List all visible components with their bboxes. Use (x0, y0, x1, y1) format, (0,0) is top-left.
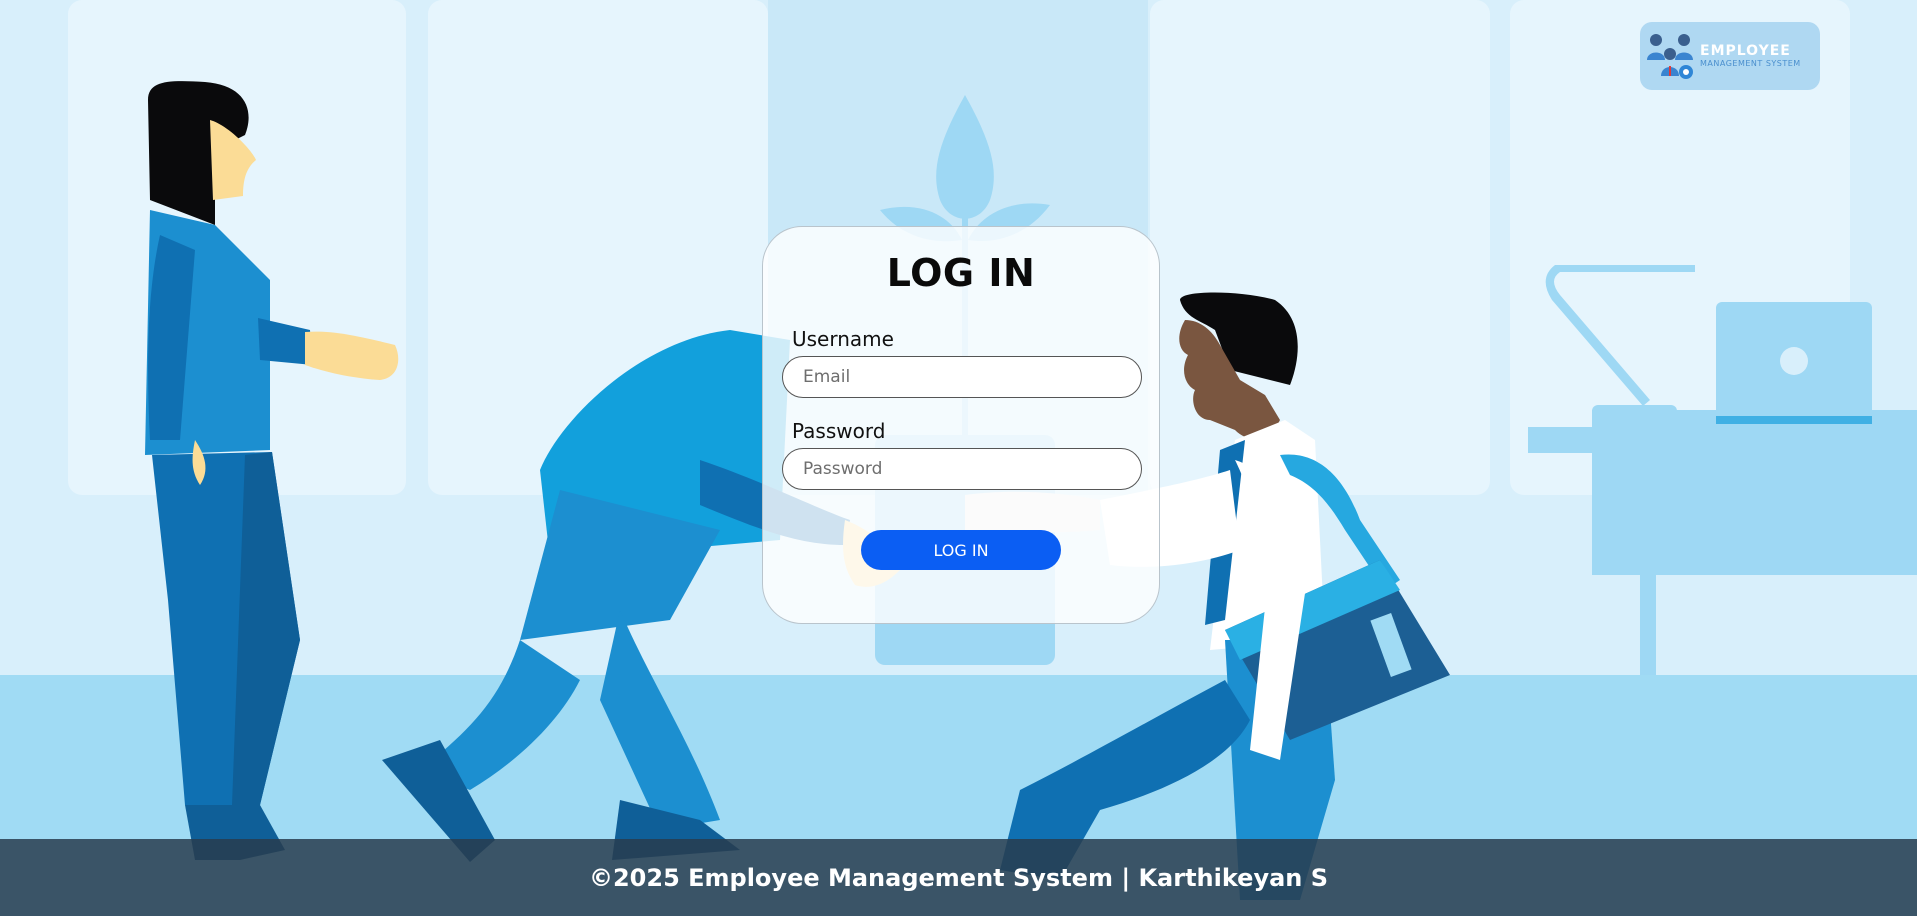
logo-title: EMPLOYEE (1700, 43, 1791, 59)
login-button[interactable]: LOG IN (861, 530, 1061, 570)
login-card: LOG IN Username Password LOG IN (762, 226, 1160, 624)
app-logo: EMPLOYEE MANAGEMENT SYSTEM (1640, 22, 1820, 90)
logo-subtitle: MANAGEMENT SYSTEM (1700, 59, 1801, 68)
username-input[interactable] (782, 356, 1142, 398)
password-label: Password (792, 419, 886, 443)
footer-copyright: ©2025 Employee Management System | Karth… (588, 863, 1329, 892)
login-title: LOG IN (886, 251, 1036, 295)
footer-bar: ©2025 Employee Management System | Karth… (0, 839, 1917, 916)
password-input[interactable] (782, 448, 1142, 490)
people-gear-icon (1647, 34, 1693, 79)
username-label: Username (792, 327, 894, 351)
